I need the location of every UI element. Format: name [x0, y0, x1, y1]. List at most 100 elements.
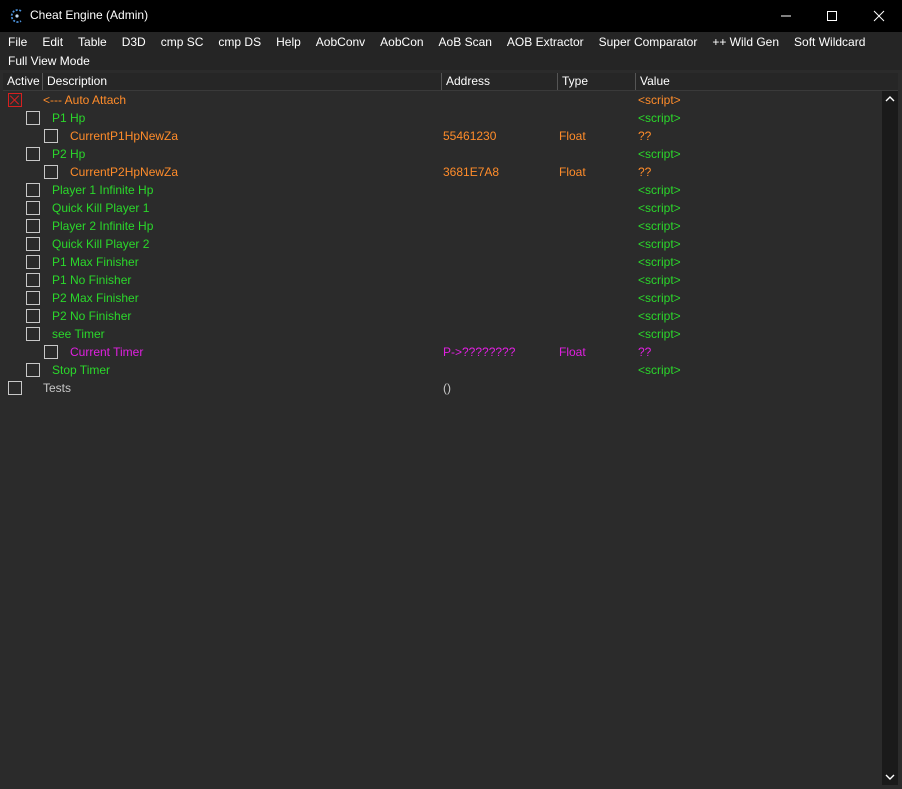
- entry-value[interactable]: <script>: [638, 273, 681, 287]
- entry-description[interactable]: P2 Max Finisher: [52, 291, 139, 305]
- table-row[interactable]: Quick Kill Player 1 <script>: [3, 199, 882, 217]
- table-row[interactable]: P2 Hp <script>: [3, 145, 882, 163]
- active-checkbox[interactable]: [26, 273, 40, 287]
- column-address[interactable]: Address: [442, 73, 558, 90]
- entry-description[interactable]: Current Timer: [70, 345, 143, 359]
- chevron-up-icon[interactable]: [885, 94, 895, 104]
- entry-value[interactable]: <script>: [638, 237, 681, 251]
- entry-value[interactable]: <script>: [638, 327, 681, 341]
- entry-value[interactable]: ??: [638, 165, 651, 179]
- active-checkbox[interactable]: [26, 309, 40, 323]
- active-checkbox[interactable]: [26, 363, 40, 377]
- entry-address[interactable]: (): [443, 381, 451, 395]
- entry-value[interactable]: ??: [638, 129, 651, 143]
- table-row[interactable]: P1 No Finisher <script>: [3, 271, 882, 289]
- chevron-down-icon[interactable]: [885, 772, 895, 782]
- menu-item-edit[interactable]: Edit: [34, 35, 70, 49]
- active-checkbox[interactable]: [26, 255, 40, 269]
- column-type[interactable]: Type: [558, 73, 636, 90]
- active-checkbox[interactable]: [26, 327, 40, 341]
- menu-item-cmp-sc[interactable]: cmp SC: [153, 35, 211, 49]
- column-active[interactable]: Active: [3, 73, 43, 90]
- menu-item-table[interactable]: Table: [70, 35, 114, 49]
- entry-description[interactable]: Tests: [43, 381, 71, 395]
- menu-item-aobcon[interactable]: AobCon: [372, 35, 430, 49]
- active-checkbox[interactable]: [26, 111, 40, 125]
- entry-address[interactable]: P->????????: [443, 345, 515, 359]
- active-checkbox[interactable]: [26, 237, 40, 251]
- active-checkbox[interactable]: [44, 345, 58, 359]
- active-checkbox[interactable]: [26, 147, 40, 161]
- entry-description[interactable]: Stop Timer: [52, 363, 110, 377]
- table-row[interactable]: Player 1 Infinite Hp <script>: [3, 181, 882, 199]
- active-checkbox[interactable]: [26, 219, 40, 233]
- entry-value[interactable]: <script>: [638, 93, 681, 107]
- entry-address[interactable]: 3681E7A8: [443, 165, 499, 179]
- title-bar[interactable]: Cheat Engine (Admin): [0, 0, 902, 32]
- entry-value[interactable]: <script>: [638, 183, 681, 197]
- entry-value[interactable]: <script>: [638, 219, 681, 233]
- entry-description[interactable]: see Timer: [52, 327, 105, 341]
- maximize-button[interactable]: [809, 0, 855, 32]
- table-row[interactable]: Stop Timer <script>: [3, 361, 882, 379]
- table-row[interactable]: CurrentP2HpNewZa 3681E7A8 Float??: [3, 163, 882, 181]
- entry-address[interactable]: 55461230: [443, 129, 496, 143]
- column-description[interactable]: Description: [43, 73, 442, 90]
- table-row[interactable]: P1 Max Finisher <script>: [3, 253, 882, 271]
- table-row[interactable]: see Timer <script>: [3, 325, 882, 343]
- menu-item-wild-gen[interactable]: ++ Wild Gen: [704, 35, 786, 49]
- entry-value[interactable]: <script>: [638, 363, 681, 377]
- active-checkbox[interactable]: [44, 165, 58, 179]
- active-checkbox[interactable]: [44, 129, 58, 143]
- active-checkbox[interactable]: [8, 381, 22, 395]
- entry-description[interactable]: Player 2 Infinite Hp: [52, 219, 153, 233]
- table-row[interactable]: Quick Kill Player 2 <script>: [3, 235, 882, 253]
- entry-value[interactable]: <script>: [638, 201, 681, 215]
- menu-item-aob-scan[interactable]: AoB Scan: [431, 35, 499, 49]
- entry-description[interactable]: P2 Hp: [52, 147, 85, 161]
- entry-description[interactable]: P2 No Finisher: [52, 309, 131, 323]
- menu-item-super-comparator[interactable]: Super Comparator: [591, 35, 705, 49]
- table-row[interactable]: P1 Hp <script>: [3, 109, 882, 127]
- active-checkbox[interactable]: [8, 93, 22, 107]
- entry-description[interactable]: P1 Hp: [52, 111, 85, 125]
- menu-item-aobconv[interactable]: AobConv: [308, 35, 372, 49]
- entry-value[interactable]: <script>: [638, 147, 681, 161]
- address-list[interactable]: <--- Auto Attach <script> P1 Hp <script> Cur…: [3, 91, 882, 785]
- entry-description[interactable]: Quick Kill Player 1: [52, 201, 149, 215]
- entry-value[interactable]: <script>: [638, 111, 681, 125]
- menu-item-full-view-mode[interactable]: Full View Mode: [0, 54, 97, 68]
- entry-description[interactable]: <--- Auto Attach: [43, 93, 126, 107]
- entry-description[interactable]: Player 1 Infinite Hp: [52, 183, 153, 197]
- menu-item-cmp-ds[interactable]: cmp DS: [210, 35, 268, 49]
- vertical-scrollbar[interactable]: [882, 91, 898, 785]
- menu-item-aob-extractor[interactable]: AOB Extractor: [499, 35, 591, 49]
- entry-type[interactable]: Float: [559, 165, 586, 179]
- menu-item-file[interactable]: File: [0, 35, 34, 49]
- entry-value[interactable]: <script>: [638, 291, 681, 305]
- table-row[interactable]: P2 No Finisher <script>: [3, 307, 882, 325]
- entry-description[interactable]: P1 Max Finisher: [52, 255, 139, 269]
- table-row[interactable]: Player 2 Infinite Hp <script>: [3, 217, 882, 235]
- minimize-button[interactable]: [763, 0, 809, 32]
- table-row[interactable]: <--- Auto Attach <script>: [3, 91, 882, 109]
- table-row[interactable]: CurrentP1HpNewZa 55461230 Float??: [3, 127, 882, 145]
- entry-value[interactable]: <script>: [638, 309, 681, 323]
- close-button[interactable]: [856, 0, 902, 32]
- table-row[interactable]: P2 Max Finisher <script>: [3, 289, 882, 307]
- table-row[interactable]: Current Timer P->???????? Float??: [3, 343, 882, 361]
- column-value[interactable]: Value: [636, 73, 898, 90]
- menu-item-help[interactable]: Help: [268, 35, 308, 49]
- entry-description[interactable]: Quick Kill Player 2: [52, 237, 149, 251]
- menu-item-soft-wildcard[interactable]: Soft Wildcard: [786, 35, 872, 49]
- active-checkbox[interactable]: [26, 291, 40, 305]
- entry-value[interactable]: <script>: [638, 255, 681, 269]
- active-checkbox[interactable]: [26, 183, 40, 197]
- entry-value[interactable]: ??: [638, 345, 651, 359]
- entry-description[interactable]: CurrentP2HpNewZa: [70, 165, 178, 179]
- menu-item-d3d[interactable]: D3D: [114, 35, 153, 49]
- entry-type[interactable]: Float: [559, 129, 586, 143]
- entry-description[interactable]: CurrentP1HpNewZa: [70, 129, 178, 143]
- entry-type[interactable]: Float: [559, 345, 586, 359]
- table-row[interactable]: Tests (): [3, 379, 882, 397]
